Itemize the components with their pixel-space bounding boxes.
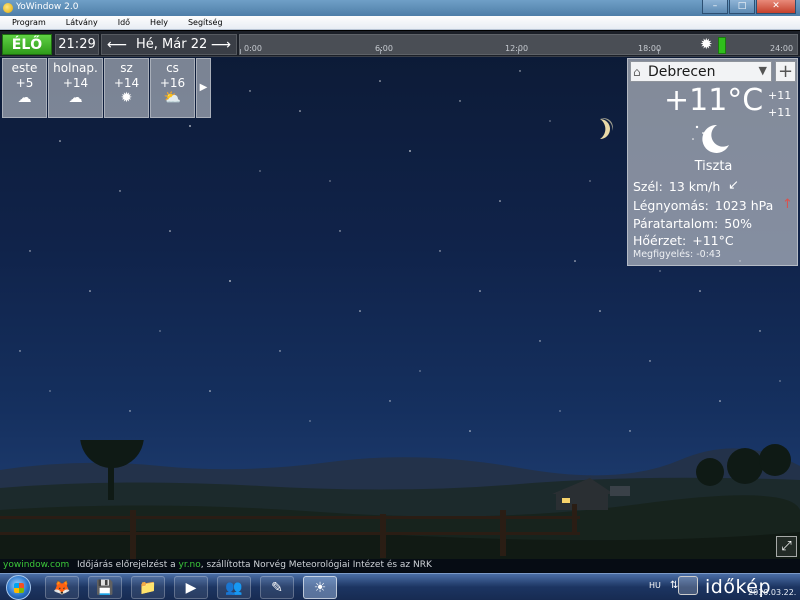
messenger-icon[interactable]: 👥: [217, 576, 251, 599]
forecast-day-temp: +14: [62, 76, 89, 90]
firefox-icon[interactable]: 🦊: [45, 576, 79, 599]
tick-label: 0:00: [244, 44, 262, 53]
time-bar: ÉLŐ 21:29 ⟵ Hé, Már 22 ⟶ 0:00 6:00 12:00…: [0, 31, 800, 57]
location-name: Debrecen: [648, 64, 716, 80]
menu-program[interactable]: Program: [0, 16, 54, 29]
system-tray: HU ⇅ időkép 2010.03.22.: [640, 574, 800, 600]
wind-row: Szél: 13 km/h: [633, 179, 720, 194]
forecast-next-button[interactable]: ▶: [196, 58, 211, 118]
language-indicator[interactable]: HU: [649, 581, 661, 590]
forecast-day-temp: +5: [15, 76, 34, 90]
temp-high: +11: [768, 89, 792, 102]
minimize-button[interactable]: –: [702, 0, 728, 14]
yr-link[interactable]: yr.no: [179, 560, 201, 570]
yowindow-link[interactable]: yowindow.com: [3, 560, 69, 570]
credit-line: yowindow.com Időjárás előrejelzést a yr.…: [0, 559, 800, 573]
current-temperature: +11°C: [664, 83, 764, 118]
night-landscape: [0, 440, 800, 572]
pressure-row: Légnyomás: 1023 hPa: [633, 198, 773, 213]
yowindow-app-icon: [3, 3, 13, 13]
forecast-strip: este +5 ☁ holnap. +14 ☁ sz +14 ✹ cs +16 …: [2, 58, 211, 118]
wind-direction-icon: ↙: [728, 178, 739, 193]
fullscreen-icon[interactable]: ⤢: [776, 536, 797, 557]
menu-help[interactable]: Segítség: [176, 16, 231, 29]
credit-suffix: , szállította Norvég Meteorológiai Intéz…: [200, 560, 432, 570]
save-icon[interactable]: 💾: [88, 576, 122, 599]
add-location-button[interactable]: +: [775, 61, 796, 82]
cloud-icon: ☁: [17, 90, 32, 106]
timeline-slider[interactable]: 0:00 6:00 12:00 18:00 24:00 ✹: [239, 34, 798, 55]
tick-mark: [240, 49, 241, 54]
pressure-trend-icon: ↑: [782, 197, 793, 212]
wind-value: 13 km/h: [668, 179, 721, 194]
observation-value: -0:43: [696, 249, 721, 260]
partly-cloudy-icon: ⛅: [163, 90, 182, 106]
live-button[interactable]: ÉLŐ: [2, 34, 52, 55]
weather-detail-panel: ⌂ Debrecen ▼ + +11°C +11 +11 Tiszta Szél…: [627, 58, 798, 266]
credit-prefix: Időjárás előrejelzést a: [77, 560, 179, 570]
forecast-day-label: holnap.: [53, 61, 98, 75]
maximize-button[interactable]: □: [729, 0, 755, 14]
forecast-day[interactable]: cs +16 ⛅: [150, 58, 195, 118]
humidity-value: 50%: [724, 216, 753, 231]
high-low: +11 +11: [768, 87, 791, 121]
next-day-icon[interactable]: ⟶: [211, 35, 231, 55]
idokep-logo: [678, 576, 698, 595]
timeline-now-handle[interactable]: [718, 37, 726, 54]
previous-day-icon[interactable]: ⟵: [107, 35, 127, 55]
tools-icon[interactable]: ✎: [260, 576, 294, 599]
moon-stars-icon: [692, 124, 729, 153]
start-button[interactable]: [6, 575, 31, 600]
current-date: Hé, Már 22: [136, 37, 208, 52]
window-title: YoWindow 2.0: [16, 2, 79, 12]
window-controls: – □ ✕: [701, 0, 796, 14]
temp-low: +11: [768, 106, 792, 119]
tray-date[interactable]: 2010.03.22.: [748, 588, 796, 597]
tick-label: 18:00: [638, 44, 662, 53]
condition-text: Tiszta: [694, 159, 733, 174]
menu-location[interactable]: Hely: [138, 16, 176, 29]
date-selector: ⟵ Hé, Már 22 ⟶: [101, 34, 237, 55]
sun-icon: ✹: [120, 90, 133, 106]
menu-time[interactable]: Idő: [106, 16, 138, 29]
chevron-down-icon[interactable]: ▼: [759, 64, 767, 77]
observation-label: Megfigyelés:: [633, 249, 694, 260]
humidity-label: Páratartalom:: [633, 216, 719, 231]
humidity-row: Páratartalom: 50%: [633, 216, 752, 231]
forecast-day[interactable]: holnap. +14 ☁: [48, 58, 103, 118]
tick-label: 24:00: [770, 44, 794, 53]
home-icon: ⌂: [633, 65, 641, 79]
forecast-day[interactable]: sz +14 ✹: [104, 58, 149, 118]
forecast-day-label: sz: [120, 61, 133, 75]
forecast-day-label: este: [11, 61, 38, 75]
forecast-day-label: cs: [166, 61, 179, 75]
feels-like-value: +11°C: [692, 233, 734, 248]
forecast-day[interactable]: este +5 ☁: [2, 58, 47, 118]
forecast-credit: Időjárás előrejelzést a yr.no, szállítot…: [77, 560, 432, 570]
feels-like-label: Hőérzet:: [633, 233, 687, 248]
folder-icon[interactable]: 📁: [131, 576, 165, 599]
menu-bar: Program Látvány Idő Hely Segítség: [0, 16, 800, 30]
media-player-icon[interactable]: ▶: [174, 576, 208, 599]
feels-like-row: Hőérzet: +11°C: [633, 233, 734, 248]
forecast-day-temp: +14: [113, 76, 140, 90]
location-selector[interactable]: ⌂ Debrecen ▼: [630, 61, 772, 82]
sun-icon: ✹: [700, 35, 713, 53]
cloud-icon: ☁: [68, 90, 83, 106]
tick-label: 6:00: [375, 44, 393, 53]
tick-label: 12:00: [505, 44, 529, 53]
pressure-value: 1023 hPa: [714, 198, 774, 213]
forecast-day-temp: +16: [159, 76, 186, 90]
moon: [600, 118, 613, 139]
wind-label: Szél:: [633, 179, 663, 194]
current-time: 21:29: [55, 34, 99, 55]
menu-view[interactable]: Látvány: [54, 16, 106, 29]
title-bar[interactable]: YoWindow 2.0 – □ ✕: [0, 0, 800, 16]
observation-row: Megfigyelés: -0:43: [633, 249, 721, 260]
taskbar: 🦊 💾 📁 ▶ 👥 ✎ ☀ HU ⇅ időkép 2010.03.22.: [0, 573, 800, 600]
close-button[interactable]: ✕: [756, 0, 796, 14]
yowindow-icon[interactable]: ☀: [303, 576, 337, 599]
pressure-label: Légnyomás:: [633, 198, 709, 213]
